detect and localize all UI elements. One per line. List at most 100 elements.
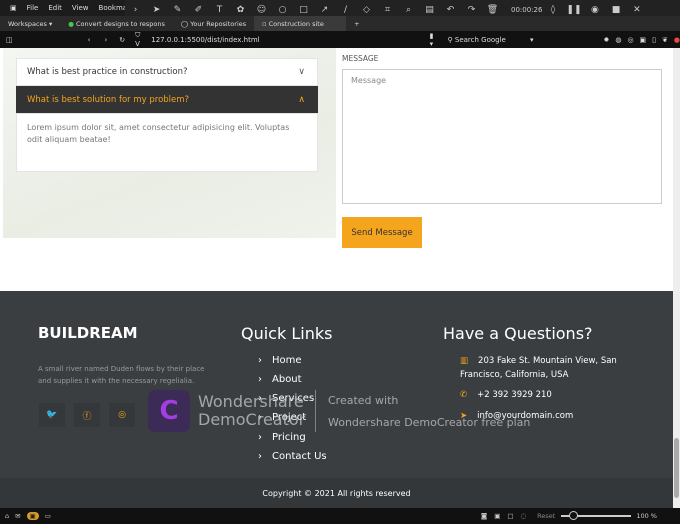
webcam-icon[interactable]: ◉: [584, 5, 605, 15]
faq-question: What is best practice in construction?: [27, 67, 188, 77]
line-icon[interactable]: /: [335, 5, 356, 15]
contact-title: Have a Questions?: [443, 324, 593, 343]
footer-link-home[interactable]: › Home: [258, 355, 302, 366]
menu-view[interactable]: View: [72, 4, 89, 12]
expand-icon[interactable]: ›: [125, 5, 146, 15]
status-icons-right[interactable]: ◙▣□◌: [481, 512, 533, 520]
instagram-icon[interactable]: ◎: [109, 403, 135, 427]
search-placeholder: Search Google: [454, 35, 506, 44]
scrollbar-thumb[interactable]: [674, 438, 679, 498]
footer-link-pricing[interactable]: › Pricing: [258, 432, 306, 443]
link-label: Pricing: [272, 432, 306, 443]
page-icon: ▫: [262, 19, 267, 28]
circle-icon[interactable]: ○: [272, 5, 293, 15]
square-icon[interactable]: □: [293, 5, 314, 15]
link-label: About: [272, 374, 302, 385]
contact-email[interactable]: ➤ info@yourdomain.com: [460, 409, 640, 423]
marker-icon[interactable]: ◊: [542, 5, 563, 15]
bookmark-icon[interactable]: ▮ ▾: [430, 32, 438, 48]
text-icon[interactable]: T: [209, 5, 230, 15]
spotlight-icon[interactable]: ✿: [230, 5, 251, 15]
footer: BUILDREAM A small river named Duden flow…: [0, 291, 673, 478]
zoom-icon[interactable]: ⌕: [398, 5, 419, 15]
email-text: info@yourdomain.com: [477, 411, 574, 421]
search-engine-dropdown[interactable]: ▾: [530, 36, 534, 44]
focus-icon[interactable]: ⌗: [377, 5, 398, 15]
redo-icon[interactable]: ↷: [461, 5, 482, 15]
tab-workspaces[interactable]: Workspaces ▾: [0, 16, 60, 31]
message-input[interactable]: [342, 69, 662, 204]
phone-icon: ✆: [460, 390, 468, 400]
footer-link-project[interactable]: › Project: [258, 412, 306, 423]
tab-bar: Workspaces ▾ ● Convert designs to respon…: [0, 16, 680, 31]
address-text: 203 Fake St. Mountain View, San Francisc…: [460, 356, 617, 380]
status-bar: ⌂✉ ▣ ▭ ◙▣□◌ Reset 100 %: [0, 508, 680, 524]
pause-icon[interactable]: ❚❚: [563, 5, 584, 15]
copyright-bar: Copyright © 2021 All rights reserved: [0, 478, 673, 508]
facebook-icon[interactable]: ⓕ: [74, 403, 100, 427]
shield-icon[interactable]: ⛉ V: [135, 31, 145, 48]
zoom-level: 100 %: [636, 512, 657, 520]
twitter-icon[interactable]: 🐦: [39, 403, 65, 427]
app-icon[interactable]: ▣: [10, 4, 17, 12]
menu-file[interactable]: File: [27, 4, 39, 12]
quick-links-title: Quick Links: [241, 324, 333, 343]
new-tab-button[interactable]: +: [346, 16, 367, 31]
sidebar-toggle-icon[interactable]: ◫: [6, 36, 13, 44]
page-scrollbar[interactable]: [673, 48, 680, 508]
url-field[interactable]: 127.0.0.1:5500/dist/index.html: [151, 36, 259, 44]
eraser-icon[interactable]: ◇: [356, 5, 377, 15]
arrow-icon[interactable]: ↗: [314, 5, 335, 15]
search-field[interactable]: ⚲ Search Google: [448, 36, 530, 44]
stop-icon[interactable]: ■: [605, 5, 626, 15]
link-label: Services: [272, 393, 315, 404]
emoji-icon[interactable]: ☺: [251, 5, 272, 15]
trash-icon[interactable]: 🗑: [482, 5, 503, 15]
profile-avatar[interactable]: ●: [674, 36, 680, 44]
zoom-slider[interactable]: [561, 511, 632, 520]
highlighter-icon[interactable]: ✐: [188, 5, 209, 15]
chevron-down-icon: ∨: [298, 67, 305, 77]
zoom-reset[interactable]: Reset: [537, 512, 555, 520]
close-icon[interactable]: ✕: [626, 5, 647, 15]
extension-icons[interactable]: ✹◍◎▣▯❦: [603, 36, 673, 44]
message-label: MESSAGE: [342, 54, 379, 63]
footer-about: A small river named Duden flows by their…: [38, 365, 205, 385]
pen-icon[interactable]: ✎: [167, 5, 188, 15]
tab-repositories[interactable]: ◯ Your Repositories: [173, 16, 254, 31]
contact-phone: ✆ +2 392 3929 210: [460, 388, 640, 402]
map-icon: ▥: [460, 356, 469, 366]
web-page: What is best practice in construction? ∨ …: [0, 48, 673, 508]
footer-link-about[interactable]: › About: [258, 374, 302, 385]
footer-brand: BUILDREAM: [38, 324, 138, 342]
tab-label: Convert designs to respons: [76, 19, 165, 28]
chevron-up-icon: ∧: [298, 94, 305, 105]
window-icon[interactable]: ▭: [45, 512, 51, 520]
phone-text: +2 392 3929 210: [477, 390, 552, 400]
tab-construction-site[interactable]: ▫ Construction site: [254, 16, 347, 31]
undo-icon[interactable]: ↶: [440, 5, 461, 15]
faq-question: What is best solution for my problem?: [27, 94, 190, 105]
faq-item[interactable]: What is best practice in construction? ∨: [16, 58, 318, 86]
footer-link-contact[interactable]: › Contact Us: [258, 451, 327, 462]
zoom-slider-handle[interactable]: [569, 511, 579, 520]
reload-icon[interactable]: ↻: [119, 36, 125, 44]
status-badge[interactable]: ▣: [26, 512, 39, 520]
note-icon[interactable]: ▤: [419, 5, 440, 15]
tab-label: Workspaces: [8, 19, 47, 28]
faq-answer: Lorem ipsum dolor sit, amet consectetur …: [16, 113, 318, 172]
tab-label: Construction site: [268, 19, 324, 28]
faq-item-active[interactable]: What is best solution for my problem? ∧: [16, 86, 318, 113]
send-icon: ➤: [460, 411, 468, 421]
menu-edit[interactable]: Edit: [48, 4, 62, 12]
footer-link-services[interactable]: › Services: [258, 393, 314, 404]
send-message-button[interactable]: Send Message: [342, 217, 422, 248]
tab-convert-designs[interactable]: ● Convert designs to respons: [60, 16, 173, 31]
cursor-icon[interactable]: ➤: [146, 5, 167, 15]
forward-icon[interactable]: ›: [104, 36, 107, 44]
tab-label: Your Repositories: [190, 19, 247, 28]
github-icon: ◯: [180, 19, 189, 28]
link-label: Contact Us: [272, 451, 327, 462]
back-icon[interactable]: ‹: [88, 36, 91, 44]
status-icons-left[interactable]: ⌂✉: [5, 512, 27, 520]
